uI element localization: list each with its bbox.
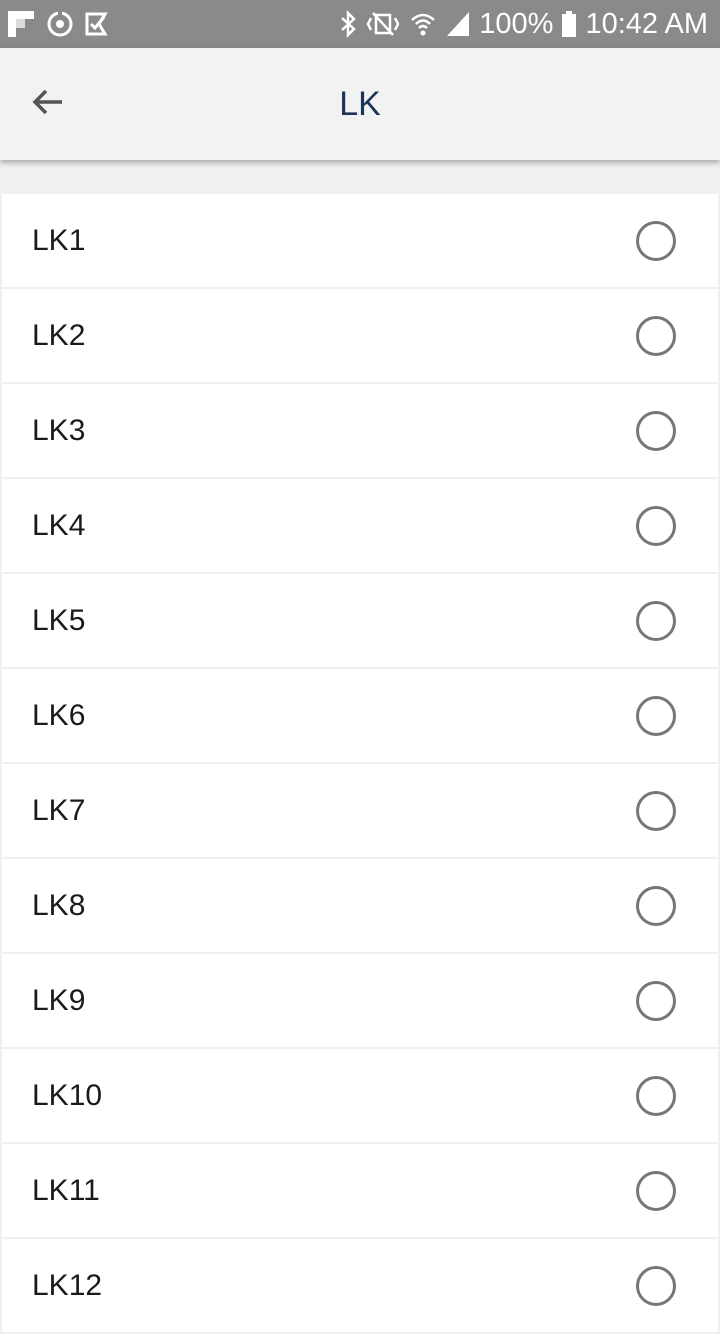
vibrate-icon	[365, 10, 401, 38]
list-item[interactable]: LK6	[2, 669, 718, 762]
list-item-label: LK6	[32, 698, 86, 732]
app-bar: LK	[0, 48, 720, 160]
arrow-left-icon	[30, 84, 66, 125]
sync-icon	[46, 10, 74, 38]
list-item[interactable]: LK8	[2, 859, 718, 952]
wifi-icon	[409, 10, 437, 38]
list-item-label: LK1	[32, 223, 86, 257]
list-item-label: LK11	[32, 1173, 100, 1207]
radio-button[interactable]	[636, 316, 676, 356]
options-list: LK1 LK2 LK3 LK4 LK5 LK6 LK7 LK8 LK9 LK10…	[2, 194, 718, 1334]
battery-percent: 100%	[479, 7, 554, 40]
radio-button[interactable]	[636, 221, 676, 261]
list-item[interactable]: LK2	[2, 289, 718, 382]
signal-icon	[445, 10, 471, 38]
status-bar: 100% 10:42 AM	[0, 0, 720, 48]
status-left-icons	[6, 8, 110, 40]
list-item[interactable]: LK12	[2, 1239, 718, 1332]
list-item[interactable]: LK4	[2, 479, 718, 572]
radio-button[interactable]	[636, 506, 676, 546]
list-item[interactable]: LK3	[2, 384, 718, 477]
list-item[interactable]: LK11	[2, 1144, 718, 1237]
list-item-label: LK2	[32, 318, 86, 352]
list-item[interactable]: LK7	[2, 764, 718, 857]
radio-button[interactable]	[636, 886, 676, 926]
radio-button[interactable]	[636, 1266, 676, 1306]
bluetooth-icon	[339, 10, 357, 38]
list-item-label: LK10	[32, 1078, 103, 1112]
list-item-label: LK8	[32, 888, 86, 922]
radio-button[interactable]	[636, 411, 676, 451]
list-item-label: LK5	[32, 603, 86, 637]
list-item[interactable]: LK5	[2, 574, 718, 667]
battery-icon	[561, 10, 577, 38]
list-item[interactable]: LK10	[2, 1049, 718, 1142]
flipboard-icon	[6, 9, 36, 39]
radio-button[interactable]	[636, 601, 676, 641]
back-button[interactable]	[24, 80, 72, 128]
list-item[interactable]: LK9	[2, 954, 718, 1047]
list-item-label: LK3	[32, 413, 86, 447]
radio-button[interactable]	[636, 981, 676, 1021]
radio-button[interactable]	[636, 1076, 676, 1116]
task-icon	[84, 11, 110, 37]
clock: 10:42 AM	[585, 7, 708, 40]
list-item-label: LK7	[32, 793, 86, 827]
list-item[interactable]: LK1	[2, 194, 718, 287]
status-right-icons: 100% 10:42 AM	[339, 0, 708, 48]
list-item-label: LK9	[32, 983, 86, 1017]
radio-button[interactable]	[636, 1171, 676, 1211]
page-title: LK	[339, 84, 381, 123]
radio-button[interactable]	[636, 696, 676, 736]
list-item-label: LK12	[32, 1268, 103, 1302]
list-item-label: LK4	[32, 508, 86, 542]
radio-button[interactable]	[636, 791, 676, 831]
